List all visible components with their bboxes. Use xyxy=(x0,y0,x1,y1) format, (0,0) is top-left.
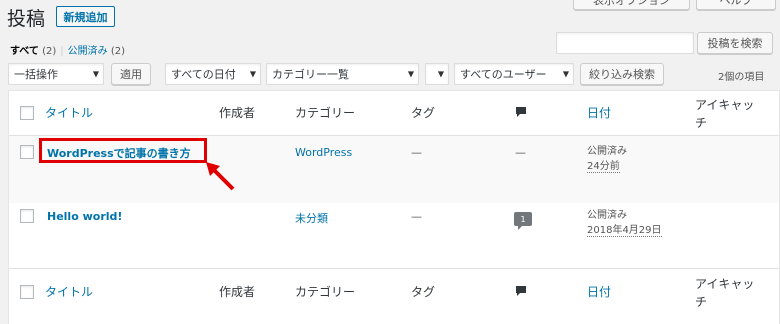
arrow-annotation-icon xyxy=(206,162,235,191)
comment-count-bubble[interactable]: 1 xyxy=(514,212,532,230)
chevron-down-icon: ▼ xyxy=(249,69,256,79)
highlight-box xyxy=(39,138,207,163)
post-tags: — xyxy=(411,210,422,223)
row-checkbox[interactable] xyxy=(20,145,34,159)
add-new-button[interactable]: 新規追加 xyxy=(56,6,115,27)
items-count: 2個の項目 xyxy=(718,72,765,83)
post-comments: — xyxy=(515,146,526,159)
view-separator: | xyxy=(60,46,64,57)
post-title-link[interactable]: Hello world! xyxy=(47,210,122,223)
posts-table: タイトル 作成者 カテゴリー タグ 日付 アイキャッチ WordPressで記事… xyxy=(8,90,780,324)
post-status: 公開済み xyxy=(587,210,627,221)
view-published[interactable]: 公開済み (2) xyxy=(68,42,125,57)
help-label: ヘルプ xyxy=(719,0,753,7)
view-all[interactable]: すべて (2) xyxy=(10,42,56,57)
select-all-checkbox-footer[interactable] xyxy=(20,285,34,299)
column-featured-header: アイキャッチ xyxy=(695,98,755,130)
post-category-link[interactable]: WordPress xyxy=(295,146,352,159)
filter-button[interactable]: 絞り込み検索 xyxy=(580,63,664,85)
chevron-down-icon: ▼ xyxy=(437,69,444,79)
post-tags: — xyxy=(411,146,422,159)
chevron-down-icon: ▼ xyxy=(92,69,99,79)
column-categories-header: カテゴリー xyxy=(295,106,356,120)
column-featured-footer: アイキャッチ xyxy=(695,277,755,309)
post-date-value: 24分前 xyxy=(587,161,620,173)
select-all-checkbox[interactable] xyxy=(20,106,34,120)
post-status-views: すべて (2) | 公開済み (2) xyxy=(10,42,125,57)
column-tags-footer: タグ xyxy=(411,285,436,299)
comment-icon[interactable] xyxy=(515,285,527,300)
bulk-action-select[interactable]: 一括操作 ▼ xyxy=(8,63,104,85)
chevron-down-icon: ▼ xyxy=(562,69,569,79)
post-status: 公開済み xyxy=(587,146,627,157)
help-button[interactable]: ヘルプ xyxy=(696,0,776,10)
apply-button[interactable]: 適用 xyxy=(111,63,151,85)
column-title-header[interactable]: タイトル xyxy=(45,104,93,121)
comment-icon[interactable] xyxy=(515,106,527,121)
column-author-header: 作成者 xyxy=(219,106,256,120)
category-filter-select[interactable]: カテゴリー一覧 ▼ xyxy=(266,63,419,85)
post-category-link[interactable]: 未分類 xyxy=(295,210,328,226)
user-filter-select[interactable]: すべてのユーザー ▼ xyxy=(454,63,574,85)
page-title: 投稿 xyxy=(7,8,46,30)
column-author-footer: 作成者 xyxy=(219,285,256,299)
post-date-value: 2018年4月29日 xyxy=(587,225,662,237)
chevron-down-icon: ▼ xyxy=(407,69,414,79)
column-categories-footer: カテゴリー xyxy=(295,285,356,299)
screen-options-label: 表示オプション xyxy=(593,0,670,7)
column-tags-header: タグ xyxy=(411,106,436,120)
search-posts-button[interactable]: 投稿を検索 xyxy=(697,32,773,54)
row-checkbox[interactable] xyxy=(20,209,34,223)
post-date: 公開済み 24分前 xyxy=(587,144,627,174)
column-title-footer[interactable]: タイトル xyxy=(45,283,93,300)
post-date: 公開済み 2018年4月29日 xyxy=(587,208,662,238)
post-search-input[interactable] xyxy=(556,32,694,54)
column-date-footer[interactable]: 日付 xyxy=(587,283,611,300)
table-footer xyxy=(9,269,779,324)
format-filter-select[interactable]: ▼ xyxy=(425,63,449,85)
date-filter-select[interactable]: すべての日付 ▼ xyxy=(165,63,261,85)
screen-options-button[interactable]: 表示オプション xyxy=(573,0,690,10)
column-date-header[interactable]: 日付 xyxy=(587,104,611,121)
